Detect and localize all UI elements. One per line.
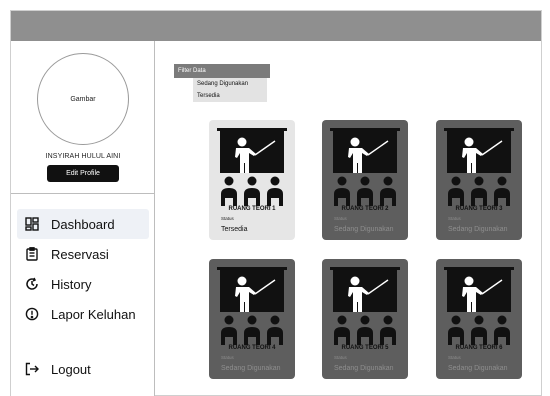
status-label: Status (221, 216, 234, 221)
room-card-4[interactable]: RUANG TEORI 4 Status Sedang Digunakan (209, 259, 295, 379)
room-card-5[interactable]: RUANG TEORI 5 Status Sedang Digunakan (322, 259, 408, 379)
sidebar-item-label: Reservasi (51, 246, 109, 262)
alert-circle-icon (25, 307, 39, 321)
room-card-1[interactable]: RUANG TEORI 1 Status Tersedia (209, 120, 295, 240)
status-value: Sedang Digunakan (334, 365, 394, 372)
status-label: Status (448, 355, 461, 360)
classroom-teacher-icon (444, 128, 514, 206)
filter-label: Filter Data (178, 68, 206, 74)
avatar-placeholder-text: Gambar (70, 95, 96, 103)
room-card-6[interactable]: RUANG TEORI 6 Status Sedang Digunakan (436, 259, 522, 379)
room-title: RUANG TEORI 4 (228, 345, 276, 351)
top-bar (11, 11, 541, 41)
sidebar-item-label: Lapor Keluhan (51, 306, 136, 322)
clipboard-list-icon (25, 247, 39, 261)
app-window: Gambar INSYIRAH HULUL AINI Edit Profile … (10, 10, 542, 396)
filter-dropdown[interactable]: Filter Data (174, 64, 270, 78)
sidebar-item-history[interactable]: History (17, 269, 149, 299)
room-title: RUANG TEORI 1 (228, 206, 276, 212)
classroom-teacher-icon (330, 267, 400, 345)
edit-profile-label: Edit Profile (66, 170, 100, 177)
edit-profile-button[interactable]: Edit Profile (47, 165, 119, 182)
classroom-teacher-icon (330, 128, 400, 206)
sidebar-item-dashboard[interactable]: Dashboard (17, 209, 149, 239)
classroom-teacher-icon (444, 267, 514, 345)
dashboard-grid-icon (25, 217, 39, 231)
room-title: RUANG TEORI 6 (455, 345, 503, 351)
sidebar: Gambar INSYIRAH HULUL AINI Edit Profile … (11, 41, 155, 396)
sidebar-item-reservasi[interactable]: Reservasi (17, 239, 149, 269)
room-card-3[interactable]: RUANG TEORI 3 Status Sedang Digunakan (436, 120, 522, 240)
filter-option-available[interactable]: Tersedia (193, 90, 267, 102)
status-value: Sedang Digunakan (221, 365, 281, 372)
filter-option-in-use[interactable]: Sedang Digunakan (193, 78, 267, 90)
avatar[interactable]: Gambar (37, 53, 129, 145)
filter-menu: Sedang Digunakan Tersedia (193, 78, 267, 102)
sidebar-divider (11, 193, 155, 194)
classroom-teacher-icon (217, 128, 287, 206)
room-title: RUANG TEORI 3 (455, 206, 503, 212)
user-name: INSYIRAH HULUL AINI (45, 153, 121, 160)
logout-arrow-icon (25, 362, 39, 376)
sidebar-item-label: History (51, 276, 92, 292)
logout-button[interactable]: Logout (17, 354, 149, 384)
status-label: Status (334, 216, 347, 221)
status-value: Tersedia (221, 226, 248, 233)
status-label: Status (448, 216, 461, 221)
room-title: RUANG TEORI 2 (341, 206, 389, 212)
status-value: Sedang Digunakan (448, 226, 508, 233)
classroom-teacher-icon (217, 267, 287, 345)
room-card-2[interactable]: RUANG TEORI 2 Status Sedang Digunakan (322, 120, 408, 240)
status-label: Status (334, 355, 347, 360)
history-clock-icon (25, 277, 39, 291)
room-title: RUANG TEORI 5 (341, 345, 389, 351)
logout-label: Logout (51, 361, 91, 377)
sidebar-item-lapor-keluhan[interactable]: Lapor Keluhan (17, 299, 149, 329)
status-label: Status (221, 355, 234, 360)
sidebar-item-label: Dashboard (51, 216, 115, 232)
status-value: Sedang Digunakan (448, 365, 508, 372)
status-value: Sedang Digunakan (334, 226, 394, 233)
